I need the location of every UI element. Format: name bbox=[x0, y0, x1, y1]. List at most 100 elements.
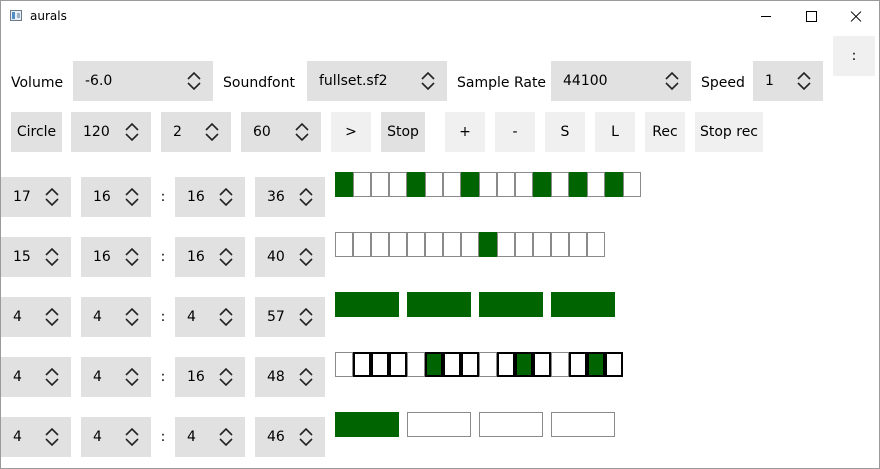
track-3-step-cell[interactable] bbox=[407, 292, 471, 317]
spin-arrows-icon[interactable] bbox=[219, 308, 233, 326]
track-4-step-cell[interactable] bbox=[407, 352, 425, 377]
track-1-step-cell[interactable] bbox=[533, 172, 551, 197]
menu-button[interactable]: : bbox=[833, 36, 875, 76]
track-1-step-cell[interactable] bbox=[353, 172, 371, 197]
param2-spinbox[interactable]: 2 bbox=[161, 112, 231, 152]
spin-arrows-icon[interactable] bbox=[125, 123, 139, 141]
track-4-step-cell[interactable] bbox=[569, 352, 587, 377]
track-2-spinbox-a[interactable]: 15 bbox=[1, 237, 71, 277]
track-4-step-cell[interactable] bbox=[461, 352, 479, 377]
record-button[interactable]: Rec bbox=[645, 112, 685, 152]
save-button[interactable]: S bbox=[545, 112, 585, 152]
track-1-step-cell[interactable] bbox=[587, 172, 605, 197]
track-5-step-cell[interactable] bbox=[479, 412, 543, 437]
play-button[interactable]: > bbox=[331, 112, 371, 152]
spin-arrows-icon[interactable] bbox=[187, 72, 201, 90]
track-2-step-cell[interactable] bbox=[353, 232, 371, 257]
track-1-step-cell[interactable] bbox=[569, 172, 587, 197]
track-4-spinbox-c[interactable]: 16 bbox=[175, 357, 245, 397]
track-1-spinbox-d[interactable]: 36 bbox=[255, 177, 325, 217]
spin-arrows-icon[interactable] bbox=[45, 188, 59, 206]
track-2-step-cell[interactable] bbox=[389, 232, 407, 257]
spin-arrows-icon[interactable] bbox=[299, 368, 313, 386]
track-4-spinbox-a[interactable]: 4 bbox=[1, 357, 71, 397]
spin-arrows-icon[interactable] bbox=[205, 123, 219, 141]
track-5-spinbox-b[interactable]: 4 bbox=[81, 417, 151, 457]
track-4-spinbox-b[interactable]: 4 bbox=[81, 357, 151, 397]
track-1-step-cell[interactable] bbox=[497, 172, 515, 197]
track-1-step-cell[interactable] bbox=[335, 172, 353, 197]
track-2-spinbox-d[interactable]: 40 bbox=[255, 237, 325, 277]
track-1-step-cell[interactable] bbox=[389, 172, 407, 197]
track-2-step-cell[interactable] bbox=[533, 232, 551, 257]
track-3-step-cell[interactable] bbox=[335, 292, 399, 317]
track-2-step-cell[interactable] bbox=[443, 232, 461, 257]
track-1-step-cell[interactable] bbox=[479, 172, 497, 197]
track-5-step-cell[interactable] bbox=[335, 412, 399, 437]
track-1-spinbox-c[interactable]: 16 bbox=[175, 177, 245, 217]
track-2-step-cell[interactable] bbox=[497, 232, 515, 257]
load-button[interactable]: L bbox=[595, 112, 635, 152]
track-2-step-cell[interactable] bbox=[407, 232, 425, 257]
title-bar[interactable]: aurals bbox=[1, 1, 879, 31]
track-1-step-cell[interactable] bbox=[605, 172, 623, 197]
track-1-step-cell[interactable] bbox=[371, 172, 389, 197]
soundfont-spinbox[interactable]: fullset.sf2 bbox=[307, 61, 447, 101]
track-2-step-cell[interactable] bbox=[425, 232, 443, 257]
spin-arrows-icon[interactable] bbox=[125, 368, 139, 386]
spin-arrows-icon[interactable] bbox=[45, 368, 59, 386]
tempo-spinbox[interactable]: 120 bbox=[71, 112, 151, 152]
spin-arrows-icon[interactable] bbox=[45, 248, 59, 266]
track-2-step-cell[interactable] bbox=[479, 232, 497, 257]
track-1-step-cell[interactable] bbox=[623, 172, 641, 197]
track-4-step-cell[interactable] bbox=[605, 352, 623, 377]
spin-arrows-icon[interactable] bbox=[45, 308, 59, 326]
track-2-spinbox-b[interactable]: 16 bbox=[81, 237, 151, 277]
track-2-step-cell[interactable] bbox=[569, 232, 587, 257]
track-2-step-cell[interactable] bbox=[461, 232, 479, 257]
track-1-step-cell[interactable] bbox=[461, 172, 479, 197]
track-4-step-cell[interactable] bbox=[425, 352, 443, 377]
sample-rate-spinbox[interactable]: 44100 bbox=[551, 61, 691, 101]
track-3-spinbox-c[interactable]: 4 bbox=[175, 297, 245, 337]
track-5-spinbox-d[interactable]: 46 bbox=[255, 417, 325, 457]
track-1-spinbox-b[interactable]: 16 bbox=[81, 177, 151, 217]
volume-spinbox[interactable]: -6.0 bbox=[73, 61, 213, 101]
track-4-step-cell[interactable] bbox=[587, 352, 605, 377]
track-1-step-cell[interactable] bbox=[551, 172, 569, 197]
track-2-spinbox-c[interactable]: 16 bbox=[175, 237, 245, 277]
param3-spinbox[interactable]: 60 bbox=[241, 112, 321, 152]
speed-spinbox[interactable]: 1 bbox=[753, 61, 823, 101]
track-1-step-cell[interactable] bbox=[443, 172, 461, 197]
spin-arrows-icon[interactable] bbox=[125, 428, 139, 446]
stop-record-button[interactable]: Stop rec bbox=[695, 112, 763, 152]
spin-arrows-icon[interactable] bbox=[299, 428, 313, 446]
spin-arrows-icon[interactable] bbox=[299, 308, 313, 326]
track-1-step-cell[interactable] bbox=[407, 172, 425, 197]
spin-arrows-icon[interactable] bbox=[797, 72, 811, 90]
minimize-button[interactable] bbox=[744, 1, 788, 31]
spin-arrows-icon[interactable] bbox=[125, 188, 139, 206]
track-4-step-cell[interactable] bbox=[551, 352, 569, 377]
spin-arrows-icon[interactable] bbox=[125, 248, 139, 266]
track-3-spinbox-b[interactable]: 4 bbox=[81, 297, 151, 337]
track-2-step-cell[interactable] bbox=[587, 232, 605, 257]
spin-arrows-icon[interactable] bbox=[665, 72, 679, 90]
track-5-step-cell[interactable] bbox=[407, 412, 471, 437]
track-4-step-cell[interactable] bbox=[515, 352, 533, 377]
track-5-spinbox-c[interactable]: 4 bbox=[175, 417, 245, 457]
remove-track-button[interactable]: - bbox=[495, 112, 535, 152]
spin-arrows-icon[interactable] bbox=[299, 188, 313, 206]
add-track-button[interactable]: + bbox=[445, 112, 485, 152]
track-4-step-cell[interactable] bbox=[479, 352, 497, 377]
spin-arrows-icon[interactable] bbox=[219, 368, 233, 386]
track-3-spinbox-a[interactable]: 4 bbox=[1, 297, 71, 337]
stop-button[interactable]: Stop bbox=[381, 112, 425, 152]
track-4-step-cell[interactable] bbox=[335, 352, 353, 377]
track-4-step-cell[interactable] bbox=[443, 352, 461, 377]
track-4-step-cell[interactable] bbox=[353, 352, 371, 377]
spin-arrows-icon[interactable] bbox=[295, 123, 309, 141]
track-4-step-cell[interactable] bbox=[371, 352, 389, 377]
track-2-step-cell[interactable] bbox=[515, 232, 533, 257]
track-4-step-cell[interactable] bbox=[533, 352, 551, 377]
